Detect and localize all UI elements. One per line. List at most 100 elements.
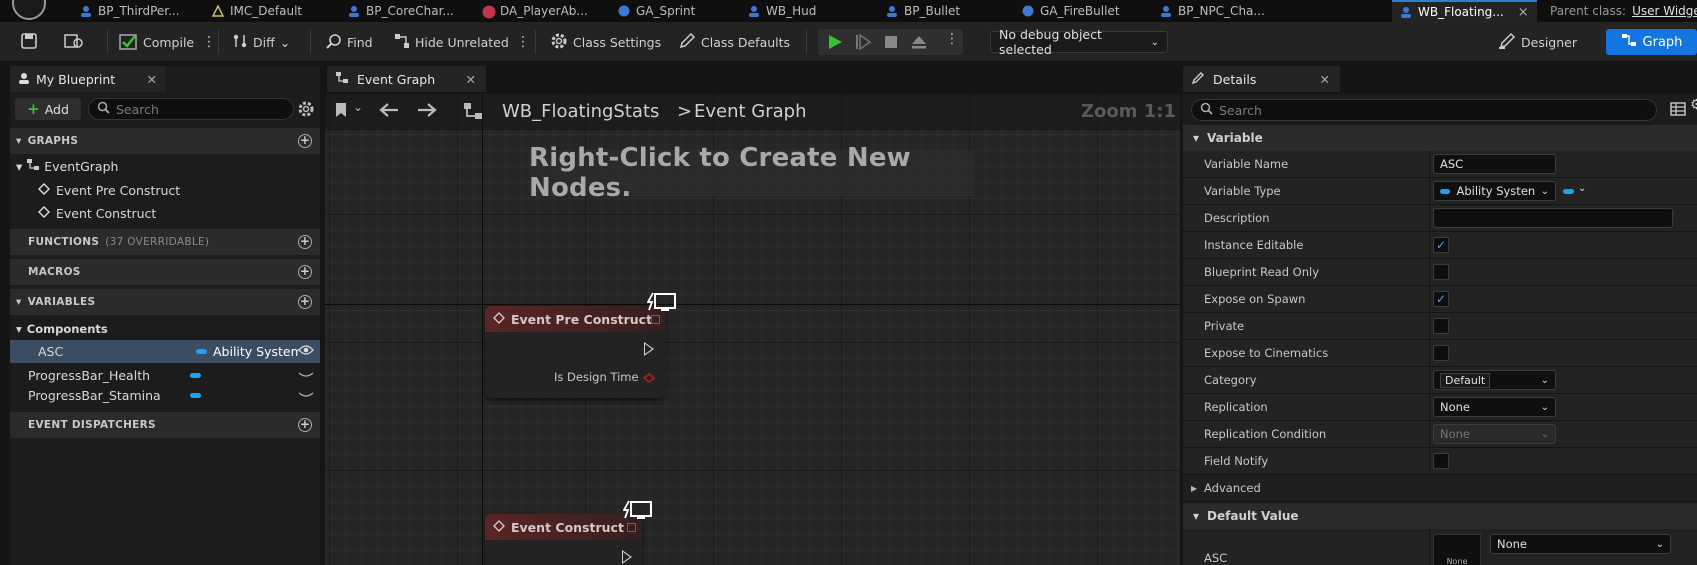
section-variables[interactable]: ▾ VARIABLES +	[10, 289, 320, 315]
tab-my-blueprint[interactable]: My Blueprint ✕	[10, 66, 165, 92]
expose-on-spawn-checkbox[interactable]: ✓	[1433, 291, 1449, 307]
add-event-dispatcher-icon[interactable]: +	[298, 418, 312, 432]
close-icon[interactable]: ✕	[466, 72, 476, 87]
doc-tab-ga-sprint[interactable]: GA_Sprint	[618, 0, 695, 22]
node-event-pre-construct[interactable]: Event Pre Construct Is Design Time	[485, 306, 665, 398]
doc-tab-bp-thirdperson[interactable]: BP_ThirdPer...	[80, 0, 180, 22]
column-splitter[interactable]	[1429, 367, 1430, 394]
chevron-down-icon[interactable]: ⌄	[353, 100, 363, 114]
unreal-logo-icon[interactable]	[12, 0, 46, 20]
section-macros[interactable]: MACROS +	[10, 259, 320, 285]
details-search-input[interactable]: Search	[1191, 99, 1657, 121]
doc-tab-bp-corechar[interactable]: BP_CoreChar...	[348, 0, 454, 22]
eye-closed-icon[interactable]	[298, 369, 314, 383]
section-variable[interactable]: ▾ Variable	[1183, 125, 1697, 151]
add-function-icon[interactable]: +	[298, 235, 312, 249]
expose-to-cinematics-checkbox[interactable]	[1433, 345, 1449, 361]
column-splitter[interactable]	[1429, 448, 1430, 475]
close-icon[interactable]: ✕	[147, 72, 157, 87]
eye-icon[interactable]	[298, 344, 314, 359]
tab-details[interactable]: Details ✕	[1183, 66, 1340, 92]
column-splitter[interactable]	[1429, 178, 1430, 205]
gear-icon[interactable]	[297, 100, 315, 121]
step-icon[interactable]	[855, 33, 872, 53]
category-select[interactable]: Default ⌄	[1433, 370, 1556, 390]
section-graphs[interactable]: ▾ GRAPHS +	[10, 128, 320, 154]
compile-options-icon[interactable]: ⋮	[202, 30, 216, 54]
stop-icon[interactable]	[883, 34, 899, 53]
back-arrow-icon[interactable]	[379, 102, 399, 123]
node-event-construct[interactable]: Event Construct	[485, 514, 642, 565]
diff-button[interactable]: Diff ⌄	[232, 30, 290, 54]
parent-class-link[interactable]: User Widget	[1632, 4, 1697, 18]
column-splitter[interactable]	[1429, 232, 1430, 259]
debug-object-select[interactable]: No debug object selected ⌄	[990, 27, 1168, 57]
exec-output-pin[interactable]	[644, 342, 654, 356]
graph-item-eventgraph[interactable]: ▾ EventGraph	[10, 155, 320, 178]
column-splitter[interactable]	[1429, 259, 1430, 286]
graph-item-event-construct[interactable]: Event Construct	[10, 202, 320, 225]
play-options-icon[interactable]: ⋮	[945, 31, 959, 47]
row-advanced[interactable]: ▸ Advanced	[1183, 475, 1697, 502]
bool-output-pin[interactable]	[642, 372, 656, 386]
default-value-select[interactable]: None ⌄	[1490, 534, 1671, 554]
column-splitter[interactable]	[1429, 529, 1430, 565]
forward-arrow-icon[interactable]	[417, 102, 437, 123]
play-icon[interactable]	[827, 34, 843, 53]
blueprint-read-only-checkbox[interactable]	[1433, 264, 1449, 280]
class-settings-button[interactable]: Class Settings	[550, 30, 661, 54]
asset-thumbnail[interactable]: None	[1433, 534, 1481, 565]
hide-unrelated-button[interactable]: Hide Unrelated	[394, 30, 509, 54]
save-button[interactable]	[20, 30, 38, 54]
field-notify-checkbox[interactable]	[1433, 453, 1449, 469]
chevron-down-icon[interactable]: ⌄	[1578, 183, 1586, 194]
section-default-value[interactable]: ▾ Default Value	[1183, 503, 1697, 529]
private-checkbox[interactable]	[1433, 318, 1449, 334]
add-button[interactable]: + Add	[15, 98, 81, 120]
description-input[interactable]	[1433, 208, 1673, 228]
column-splitter[interactable]	[1429, 421, 1430, 448]
variable-category-components[interactable]: ▾ Components	[10, 317, 320, 340]
instance-editable-checkbox[interactable]: ✓	[1433, 237, 1449, 253]
column-splitter[interactable]	[1429, 151, 1430, 178]
replication-select[interactable]: None ⌄	[1433, 397, 1556, 417]
column-splitter[interactable]	[1429, 313, 1430, 340]
doc-tab-wb-hud[interactable]: WB_Hud	[748, 0, 816, 22]
bookmark-icon[interactable]	[335, 102, 347, 123]
doc-tab-imc-default[interactable]: IMC_Default	[211, 0, 302, 22]
section-event-dispatchers[interactable]: EVENT DISPATCHERS +	[10, 412, 320, 438]
class-defaults-button[interactable]: Class Defaults	[678, 30, 790, 54]
add-macro-icon[interactable]: +	[298, 265, 312, 279]
variable-item-progressbar-stamina[interactable]: ProgressBar_Stamina	[10, 384, 320, 407]
add-variable-icon[interactable]: +	[298, 295, 312, 309]
blueprint-search-input[interactable]: Search	[88, 98, 294, 120]
variable-item-asc[interactable]: ASC Ability System	[10, 340, 320, 363]
graph-item-event-pre-construct[interactable]: Event Pre Construct	[10, 179, 320, 202]
doc-tab-ga-firebullet[interactable]: GA_FireBullet	[1022, 0, 1120, 22]
table-view-icon[interactable]	[1670, 102, 1686, 119]
tab-event-graph[interactable]: Event Graph ✕	[327, 66, 486, 92]
close-icon[interactable]: ×	[1518, 5, 1529, 20]
eye-closed-icon[interactable]	[298, 389, 314, 403]
gear-icon[interactable]: ⚙	[1690, 97, 1697, 113]
doc-tab-bp-npc-char[interactable]: BP_NPC_Cha...	[1160, 0, 1265, 22]
container-type-pill-icon[interactable]	[1563, 189, 1574, 194]
column-splitter[interactable]	[1429, 340, 1430, 367]
variable-name-input[interactable]: ASC	[1433, 154, 1556, 174]
replication-condition-select[interactable]: None ⌄	[1433, 424, 1556, 444]
compile-button[interactable]: Compile	[118, 30, 194, 54]
add-graph-icon[interactable]: +	[298, 134, 312, 148]
close-icon[interactable]: ✕	[1320, 72, 1330, 87]
column-splitter[interactable]	[1429, 286, 1430, 313]
graph-mode-button[interactable]: Graph	[1606, 29, 1697, 55]
hide-unrelated-options-icon[interactable]: ⋮	[516, 30, 530, 54]
section-functions[interactable]: FUNCTIONS (37 OVERRIDABLE) +	[10, 229, 320, 255]
doc-tab-wb-floating[interactable]: WB_Floating... ×	[1392, 0, 1537, 22]
exec-output-pin[interactable]	[622, 550, 632, 564]
doc-tab-bp-bullet[interactable]: BP_Bullet	[886, 0, 960, 22]
eject-icon[interactable]	[911, 34, 927, 53]
variable-type-select[interactable]: Ability Systen ⌄	[1433, 181, 1556, 201]
doc-tab-da-playerab[interactable]: DA_PlayerAb...	[482, 0, 588, 22]
browse-button[interactable]	[64, 30, 84, 54]
breadcrumb-root[interactable]: WB_FloatingStats	[502, 101, 659, 122]
